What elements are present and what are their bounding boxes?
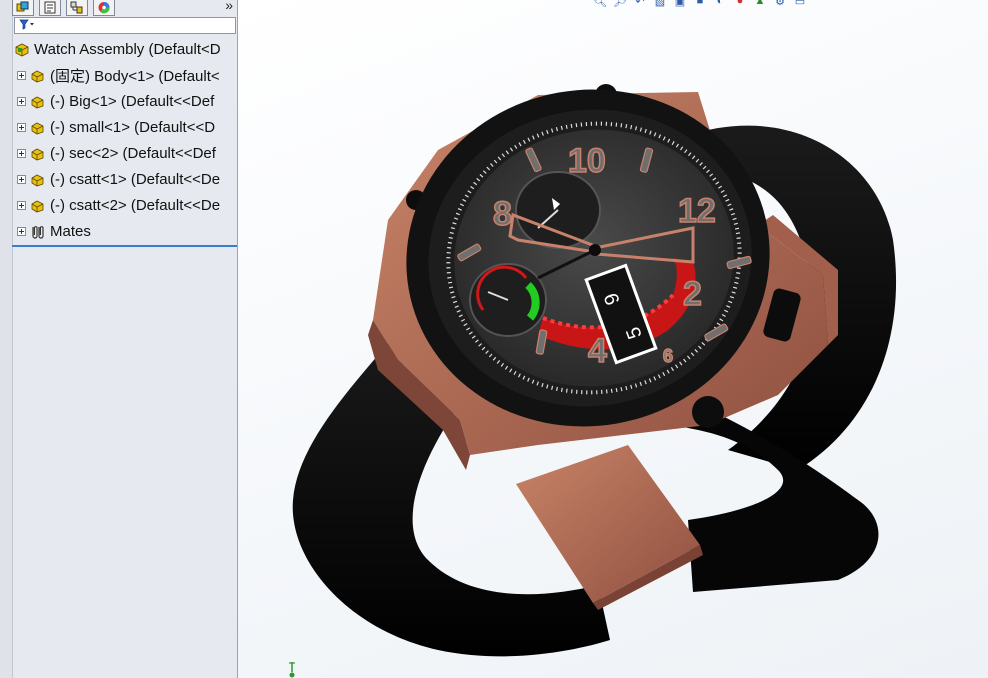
tree-root-label: Watch Assembly (Default<D xyxy=(34,40,221,58)
tree-item-label: (-) small<1> (Default<<D xyxy=(50,118,216,136)
numeral-6: 6 xyxy=(663,346,673,366)
part-icon xyxy=(31,70,44,82)
part-icon xyxy=(31,148,44,160)
tree-item-big[interactable]: (-) Big<1> (Default<<Def xyxy=(17,91,214,111)
tree-filter-bar[interactable] xyxy=(14,17,236,34)
panel-expand-button[interactable]: » xyxy=(225,0,233,13)
tree-item-label: (固定) Body<1> (Default< xyxy=(50,67,220,85)
tree-item-csatt-1[interactable]: (-) csatt<1> (Default<<De xyxy=(17,169,220,189)
tree-item-label: (-) sec<2> (Default<<Def xyxy=(50,144,216,162)
property-sheet-icon xyxy=(44,1,56,14)
feature-manager-panel: » Watch Assembly (Default<D (固定) Body<1>… xyxy=(0,0,238,678)
property-manager-tab[interactable] xyxy=(39,0,61,16)
tree-root-assembly[interactable]: Watch Assembly (Default<D xyxy=(14,39,221,59)
strap-keeper xyxy=(516,445,700,603)
assembly-tree-icon xyxy=(16,1,29,12)
appearance-pie-icon xyxy=(98,2,110,14)
expand-plus-icon[interactable] xyxy=(17,70,26,80)
axis-triad-icon xyxy=(289,662,295,678)
expand-plus-icon[interactable] xyxy=(17,226,26,236)
tree-item-label: (-) csatt<2> (Default<<De xyxy=(50,196,221,214)
tree-bottom-divider xyxy=(12,245,237,247)
numeral-4: 4 xyxy=(588,332,607,370)
funnel-icon[interactable] xyxy=(19,18,35,35)
watch-model[interactable]: 9 5 10 12 2 4 6 8 xyxy=(238,0,988,678)
tree-item-label: (-) csatt<1> (Default<<De xyxy=(50,170,221,188)
expand-plus-icon[interactable] xyxy=(17,200,26,210)
assembly-icon xyxy=(15,43,29,56)
part-icon xyxy=(31,200,44,212)
configuration-manager-tab[interactable] xyxy=(66,0,88,16)
numeral-10: 10 xyxy=(568,142,606,180)
numeral-2: 2 xyxy=(683,275,702,313)
expand-plus-icon[interactable] xyxy=(17,96,26,106)
part-icon xyxy=(31,174,44,186)
expand-plus-icon[interactable] xyxy=(17,174,26,184)
tree-item-small[interactable]: (-) small<1> (Default<<D xyxy=(17,117,215,137)
display-manager-tab[interactable] xyxy=(93,0,115,16)
part-icon xyxy=(31,122,44,134)
part-icon xyxy=(31,96,44,108)
mates-paperclip-icon xyxy=(32,225,44,239)
configuration-icon xyxy=(70,1,83,14)
tree-item-sec[interactable]: (-) sec<2> (Default<<Def xyxy=(17,143,216,163)
panel-tab-strip: » xyxy=(12,0,237,16)
expand-plus-icon[interactable] xyxy=(17,122,26,132)
expand-plus-icon[interactable] xyxy=(17,148,26,158)
graphics-viewport[interactable]: 🔍︎ 🔎︎ ↶ ▧ ▣ ■ ◐ ● ▲ ⚙ ▭ 9 5 10 12 2 4 6 … xyxy=(238,0,988,678)
numeral-8: 8 xyxy=(493,195,512,233)
tree-item-label: Mates xyxy=(50,222,91,240)
feature-tree: Watch Assembly (Default<D (固定) Body<1> (… xyxy=(12,38,237,243)
numeral-12: 12 xyxy=(678,192,716,230)
feature-manager-tab[interactable] xyxy=(12,0,34,16)
tree-item-csatt-2[interactable]: (-) csatt<2> (Default<<De xyxy=(17,195,220,215)
tree-item-label: (-) Big<1> (Default<<Def xyxy=(50,92,215,110)
tree-item-body[interactable]: (固定) Body<1> (Default< xyxy=(17,65,220,85)
tree-item-mates[interactable]: Mates xyxy=(17,221,91,241)
